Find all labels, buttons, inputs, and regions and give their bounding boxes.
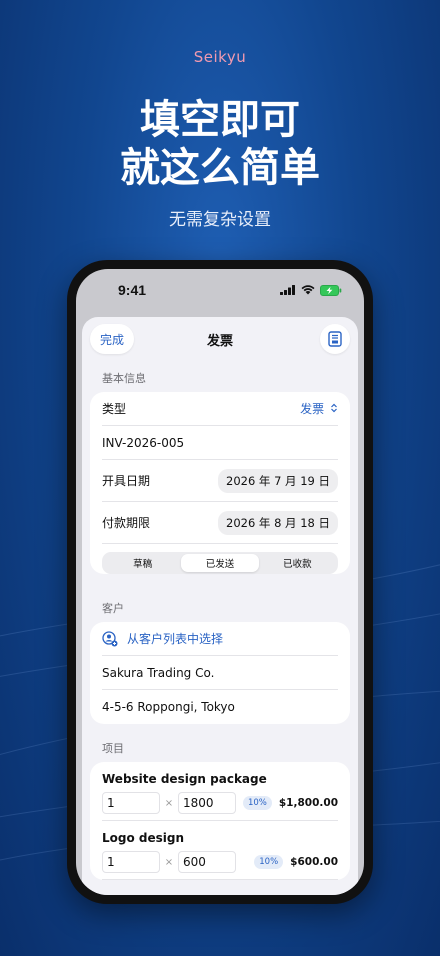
line-item: Logo design 1 × 600 10% $600.00 (102, 821, 338, 880)
multiply-symbol: × (164, 856, 174, 868)
preview-button[interactable] (320, 324, 350, 354)
items-card: Website design package 1 × 1800 10% $1,8… (90, 762, 350, 880)
customer-address-row: 4-5-6 Roppongi, Tokyo (102, 690, 338, 724)
item-name[interactable]: Logo design (102, 831, 338, 845)
status-option-paid[interactable]: 已收款 (259, 554, 336, 572)
item-name[interactable]: Website design package (102, 772, 338, 786)
customer-name-field[interactable]: Sakura Trading Co. (102, 666, 214, 680)
status-option-sent[interactable]: 已发送 (181, 554, 259, 572)
invoice-editor-sheet: 完成 发票 基本信息 类型 发票 INV-2026-005 开具日期 2026 … (82, 317, 358, 895)
line-item: Website design package 1 × 1800 10% $1,8… (102, 762, 338, 821)
item-fields: 1 × 600 10% $600.00 (102, 851, 338, 873)
promo-headline: 填空即可 就这么简单 (0, 96, 440, 192)
quantity-field[interactable]: 1 (102, 851, 160, 873)
phone-screen: 9:41 完成 发票 基本信息 类型 发票 INV-2026-005 开具日期 … (76, 269, 364, 895)
item-fields: 1 × 1800 10% $1,800.00 (102, 792, 338, 814)
multiply-symbol: × (164, 797, 174, 809)
tax-rate-badge[interactable]: 10% (254, 855, 284, 869)
status-bar: 9:41 (76, 269, 364, 311)
phone-frame: 9:41 完成 发票 基本信息 类型 发票 INV-2026-005 开具日期 … (67, 260, 373, 904)
invoice-number-field[interactable]: INV-2026-005 (102, 436, 184, 450)
basic-info-card: 类型 发票 INV-2026-005 开具日期 2026 年 7 月 19 日 (90, 392, 350, 574)
quantity-field[interactable]: 1 (102, 792, 160, 814)
status-option-draft[interactable]: 草稿 (104, 554, 181, 572)
type-value: 发票 (300, 402, 325, 416)
items-section-label: 项目 (102, 742, 124, 755)
headline-line-2: 就这么简单 (120, 145, 320, 191)
unit-price-field[interactable]: 600 (178, 851, 236, 873)
line-total: $600.00 (290, 856, 338, 868)
customer-card: 从客户列表中选择 Sakura Trading Co. 4-5-6 Roppon… (90, 622, 350, 724)
cellular-signal-icon (280, 285, 295, 295)
status-segmented-control: 草稿 已发送 已收款 (102, 552, 338, 574)
due-date-picker[interactable]: 2026 年 8 月 18 日 (218, 510, 338, 535)
unit-price-field[interactable]: 1800 (178, 792, 236, 814)
chevron-up-down-icon (331, 403, 337, 413)
line-total: $1,800.00 (278, 797, 338, 809)
invoice-number-row: INV-2026-005 (102, 426, 338, 460)
due-date-label: 付款期限 (102, 516, 151, 530)
document-preview-icon (328, 331, 342, 347)
select-from-customer-list-link[interactable]: 从客户列表中选择 (127, 630, 223, 647)
customer-address-field[interactable]: 4-5-6 Roppongi, Tokyo (102, 700, 235, 714)
status-icons (280, 284, 342, 296)
battery-charging-icon (320, 284, 342, 296)
type-label: 类型 (102, 402, 127, 416)
issue-date-label: 开具日期 (102, 474, 151, 488)
issue-date-picker[interactable]: 2026 年 7 月 19 日 (218, 468, 338, 493)
person-circle-icon (102, 630, 118, 646)
brand-name: Seikyu (193, 48, 247, 66)
type-picker[interactable]: 发票 (300, 400, 338, 417)
done-button[interactable]: 完成 (90, 324, 135, 354)
customer-section-label: 客户 (102, 602, 124, 615)
due-date-row: 付款期限 2026 年 8 月 18 日 (102, 502, 338, 544)
issue-date-row: 开具日期 2026 年 7 月 19 日 (102, 460, 338, 502)
customer-name-row: Sakura Trading Co. (102, 656, 338, 690)
tax-rate-badge[interactable]: 10% (242, 796, 272, 810)
navigation-bar: 完成 发票 (82, 317, 358, 361)
type-row[interactable]: 类型 发票 (102, 392, 338, 426)
select-customer-row[interactable]: 从客户列表中选择 (102, 622, 338, 656)
basic-info-section-label: 基本信息 (102, 372, 146, 385)
status-time: 9:41 (118, 282, 147, 298)
promo-subheadline: 无需复杂设置 (169, 210, 271, 230)
headline-line-1: 填空即可 (140, 97, 300, 143)
wifi-icon (301, 285, 315, 295)
